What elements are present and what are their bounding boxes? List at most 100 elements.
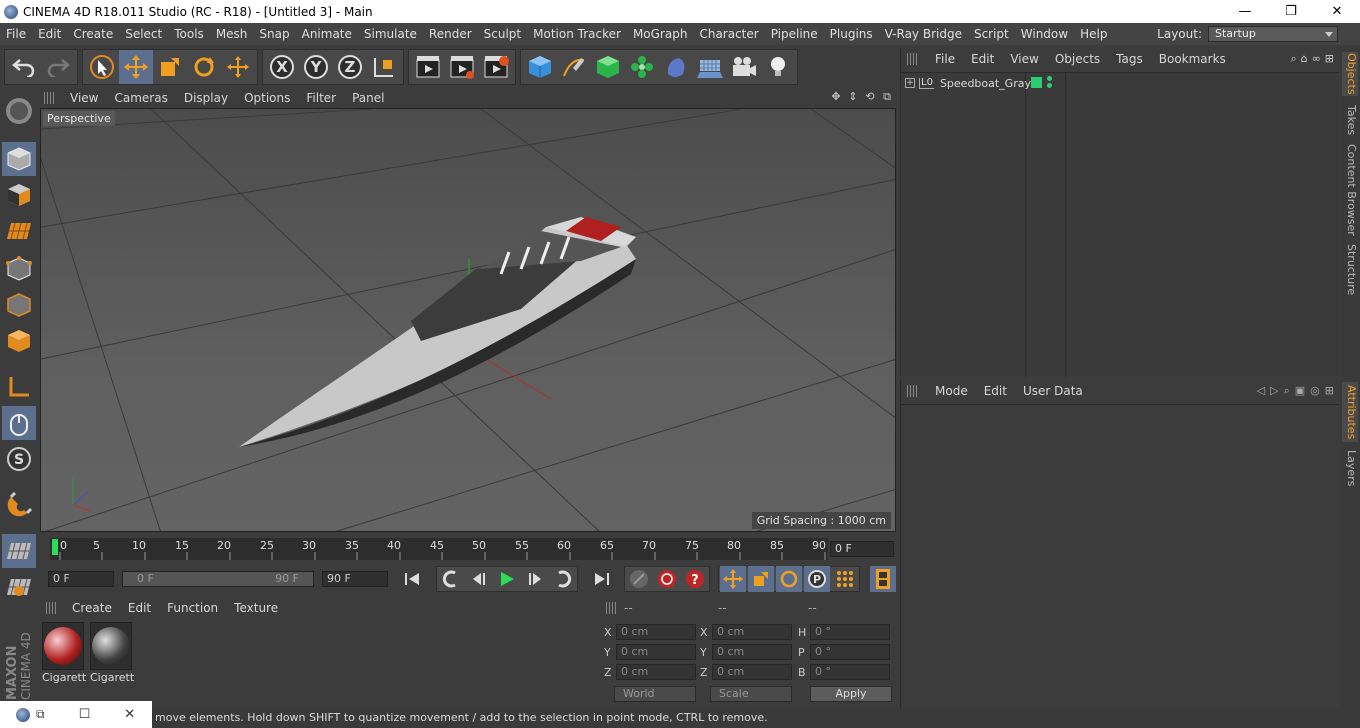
panel-grip-icon[interactable] (907, 385, 919, 397)
lock-icon[interactable]: ▣ (1295, 384, 1305, 398)
subdivision-surface-icon[interactable] (591, 50, 625, 84)
material-menu-texture[interactable]: Texture (226, 601, 286, 615)
record-position-icon[interactable] (720, 566, 746, 592)
size-z-field[interactable]: 0 cm (712, 664, 792, 680)
menu-snap[interactable]: Snap (253, 27, 295, 41)
z-axis-lock-icon[interactable]: Z (333, 50, 367, 84)
tab-attributes[interactable]: Attributes (1342, 382, 1358, 442)
layer-color-icon[interactable] (1031, 77, 1042, 88)
tab-content-browser[interactable]: Content Browser (1342, 144, 1358, 236)
render-settings-icon[interactable] (479, 50, 513, 84)
undo-icon[interactable] (7, 50, 41, 84)
close-icon[interactable]: ✕ (124, 707, 135, 722)
new-panel-icon[interactable]: ⊞ (1325, 384, 1334, 398)
edges-mode-icon[interactable] (2, 288, 36, 322)
tab-objects[interactable]: Objects (1342, 52, 1358, 96)
cube-primitive-icon[interactable] (523, 50, 557, 84)
menu-mesh[interactable]: Mesh (210, 27, 254, 41)
restore-icon[interactable]: ⧉ (36, 707, 45, 722)
camera-object-icon[interactable] (727, 50, 761, 84)
material-swatch[interactable]: Cigarett (90, 622, 134, 684)
search-icon[interactable]: ⌕ (1284, 384, 1290, 398)
expand-icon[interactable]: + (905, 78, 915, 88)
objects-menu-edit[interactable]: Edit (963, 52, 1002, 66)
go-to-end-icon[interactable] (588, 566, 614, 592)
menu-sculpt[interactable]: Sculpt (478, 27, 527, 41)
maximize-icon[interactable]: ☐ (79, 707, 91, 722)
objects-menu-view[interactable]: View (1002, 52, 1046, 66)
preview-range-slider[interactable]: 0 F 90 F (122, 571, 314, 587)
material-swatch[interactable]: Cigarett (42, 622, 86, 684)
viewport-camera-label[interactable]: Perspective (43, 111, 115, 126)
position-z-field[interactable]: 0 cm (616, 664, 696, 680)
previous-keyframe-icon[interactable] (438, 566, 464, 592)
panel-grip-icon[interactable] (46, 602, 58, 614)
objects-menu-file[interactable]: File (927, 52, 963, 66)
tab-structure[interactable]: Structure (1342, 242, 1358, 298)
planar-workplane-icon[interactable] (2, 570, 36, 604)
rotation-b-field[interactable]: 0 ° (810, 664, 890, 680)
objects-menu-objects[interactable]: Objects (1047, 52, 1108, 66)
move-tool-icon[interactable] (119, 50, 153, 84)
layout-dropdown[interactable]: Startup (1208, 26, 1338, 42)
transform-tool-icon[interactable] (221, 50, 255, 84)
rotation-h-field[interactable]: 0 ° (810, 624, 890, 640)
polygons-mode-icon[interactable] (2, 324, 36, 358)
objects-menu-bookmarks[interactable]: Bookmarks (1151, 52, 1234, 66)
tab-takes[interactable]: Takes (1342, 102, 1358, 138)
menu-render[interactable]: Render (423, 27, 478, 41)
menu-window[interactable]: Window (1015, 27, 1074, 41)
material-menu-edit[interactable]: Edit (120, 601, 159, 615)
viewport-menu-panel[interactable]: Panel (344, 91, 392, 105)
deformer-icon[interactable] (659, 50, 693, 84)
material-menu-function[interactable]: Function (159, 601, 226, 615)
minimize-button[interactable]: — (1222, 0, 1268, 23)
position-y-field[interactable]: 0 cm (616, 644, 696, 660)
viewport-menu-display[interactable]: Display (176, 91, 236, 105)
make-editable-icon[interactable] (2, 94, 36, 128)
model-mode-icon[interactable] (2, 142, 36, 176)
next-frame-icon[interactable] (522, 566, 548, 592)
tweak-mode-icon[interactable] (2, 406, 36, 440)
home-icon[interactable]: ⌂ (1301, 52, 1308, 66)
new-panel-icon[interactable]: ⊞ (1325, 52, 1334, 66)
viewport-menu-filter[interactable]: Filter (298, 91, 344, 105)
viewport-dolly-icon[interactable]: ⇕ (846, 90, 860, 104)
perspective-viewport[interactable]: Perspective Grid Spacing : 1000 cm (40, 108, 896, 532)
render-view-icon[interactable] (411, 50, 445, 84)
viewport-menu-options[interactable]: Options (236, 91, 298, 105)
workplane-lock-icon[interactable] (2, 534, 36, 568)
viewport-menu-view[interactable]: View (62, 91, 106, 105)
viewport-menu-cameras[interactable]: Cameras (106, 91, 175, 105)
viewport-maximize-icon[interactable]: ⧉ (880, 90, 894, 104)
texture-mode-icon[interactable] (2, 178, 36, 212)
menu-tools[interactable]: Tools (168, 27, 210, 41)
link-icon[interactable]: ∞ (1312, 52, 1321, 66)
floor-object-icon[interactable] (693, 50, 727, 84)
search-icon[interactable]: ⌕ (1290, 52, 1296, 66)
back-arrow-icon[interactable]: ◁ (1257, 384, 1265, 398)
menu-pipeline[interactable]: Pipeline (765, 27, 824, 41)
next-keyframe-icon[interactable] (550, 566, 576, 592)
apply-button[interactable]: Apply (810, 686, 892, 702)
menu-help[interactable]: Help (1074, 27, 1113, 41)
size-y-field[interactable]: 0 cm (712, 644, 792, 660)
object-name[interactable]: Speedboat_Gray (940, 77, 1031, 90)
autokeying-icon[interactable] (654, 566, 680, 592)
speedboat-model[interactable] (239, 217, 636, 447)
attributes-menu-mode[interactable]: Mode (927, 384, 976, 398)
cloner-icon[interactable] (625, 50, 659, 84)
render-visibility-icon[interactable] (1047, 83, 1052, 88)
attributes-menu-edit[interactable]: Edit (976, 384, 1015, 398)
render-to-picture-viewer-icon[interactable] (445, 50, 479, 84)
position-x-field[interactable]: 0 cm (616, 624, 696, 640)
menu-plugins[interactable]: Plugins (824, 27, 879, 41)
live-selection-icon[interactable] (85, 50, 119, 84)
panel-grip-icon[interactable] (606, 602, 618, 614)
end-frame-field[interactable]: 90 F (322, 571, 388, 587)
forward-arrow-icon[interactable]: ▷ (1270, 384, 1278, 398)
object-row[interactable]: + L0 Speedboat_Gray (901, 73, 1339, 93)
x-axis-lock-icon[interactable]: X (265, 50, 299, 84)
objects-menu-tags[interactable]: Tags (1108, 52, 1151, 66)
scale-tool-icon[interactable] (153, 50, 187, 84)
